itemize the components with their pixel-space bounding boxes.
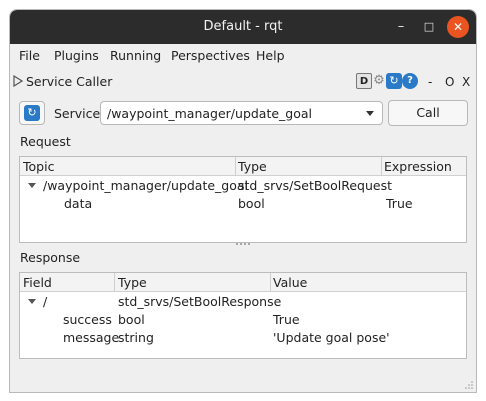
plugin-header: Service Caller D ⚙ ↻ ? - O X [10, 72, 476, 92]
column-divider[interactable] [235, 157, 236, 176]
response-value-cell: 'Update goal pose' [273, 330, 390, 345]
expand-arrow-icon[interactable] [28, 183, 36, 188]
response-value-cell: True [273, 312, 300, 327]
app-window: Default - rqt – □ ✕ File Plugins Running… [9, 9, 477, 393]
response-header: Field Type Value [20, 273, 466, 292]
column-divider[interactable] [114, 273, 115, 292]
close-plugin-button[interactable]: X [462, 75, 470, 89]
close-button[interactable]: ✕ [447, 16, 469, 38]
service-select-value: /waypoint_manager/update_goal [107, 106, 313, 121]
chevron-down-icon [366, 111, 374, 116]
title-bar[interactable]: Default - rqt – □ ✕ [10, 10, 476, 44]
menu-bar: File Plugins Running Perspectives Help [10, 44, 476, 66]
d-icon[interactable]: D [356, 73, 372, 89]
response-col-value[interactable]: Value [273, 275, 307, 290]
menu-help[interactable]: Help [256, 48, 285, 63]
response-type-cell: bool [118, 312, 145, 327]
request-col-expression[interactable]: Expression [384, 159, 452, 174]
splitter-handle[interactable] [236, 243, 250, 245]
column-divider[interactable] [381, 157, 382, 176]
maximize-button[interactable]: □ [418, 16, 440, 38]
collapse-arrow-icon[interactable] [13, 75, 23, 87]
request-col-type[interactable]: Type [238, 159, 267, 174]
expand-arrow-icon[interactable] [28, 299, 36, 304]
response-field-cell: message [63, 330, 120, 345]
help-icon[interactable]: ? [402, 73, 418, 89]
column-divider[interactable] [270, 273, 271, 292]
request-type-cell: std_srvs/SetBoolRequest [238, 178, 393, 193]
request-expression-cell[interactable]: True [386, 196, 413, 211]
undock-button[interactable]: O [445, 75, 454, 89]
response-tree[interactable]: Field Type Value / std_srvs/SetBoolRespo… [19, 272, 467, 359]
request-type-cell: bool [238, 196, 265, 211]
gear-icon[interactable]: ⚙ [371, 73, 387, 89]
request-topic-cell: data [64, 196, 93, 211]
request-topic-cell: /waypoint_manager/update_goal [43, 178, 249, 193]
refresh-icon: ↻ [24, 105, 40, 121]
menu-running[interactable]: Running [110, 48, 161, 63]
response-type-cell: string [118, 330, 154, 345]
resize-grip-icon[interactable] [463, 379, 473, 389]
menu-perspectives[interactable]: Perspectives [171, 48, 250, 63]
menu-plugins[interactable]: Plugins [54, 48, 99, 63]
response-col-field[interactable]: Field [23, 275, 52, 290]
response-label: Response [20, 250, 81, 265]
refresh-services-button[interactable]: ↻ [19, 101, 45, 125]
menu-file[interactable]: File [19, 48, 40, 63]
minimize-button[interactable]: – [390, 16, 412, 38]
request-tree[interactable]: Topic Type Expression /waypoint_manager/… [19, 156, 467, 243]
response-col-type[interactable]: Type [118, 275, 147, 290]
response-field-cell: / [43, 294, 48, 309]
plugin-title: Service Caller [26, 74, 113, 89]
response-field-cell: success [63, 312, 112, 327]
reload-icon[interactable]: ↻ [386, 73, 402, 89]
call-button[interactable]: Call [388, 100, 468, 126]
service-select[interactable]: /waypoint_manager/update_goal [100, 101, 383, 125]
response-type-cell: std_srvs/SetBoolResponse [118, 294, 282, 309]
hide-title-button[interactable]: - [428, 75, 432, 89]
request-label: Request [20, 134, 71, 149]
request-col-topic[interactable]: Topic [23, 159, 54, 174]
request-header: Topic Type Expression [20, 157, 466, 176]
service-label: Service [54, 106, 101, 121]
